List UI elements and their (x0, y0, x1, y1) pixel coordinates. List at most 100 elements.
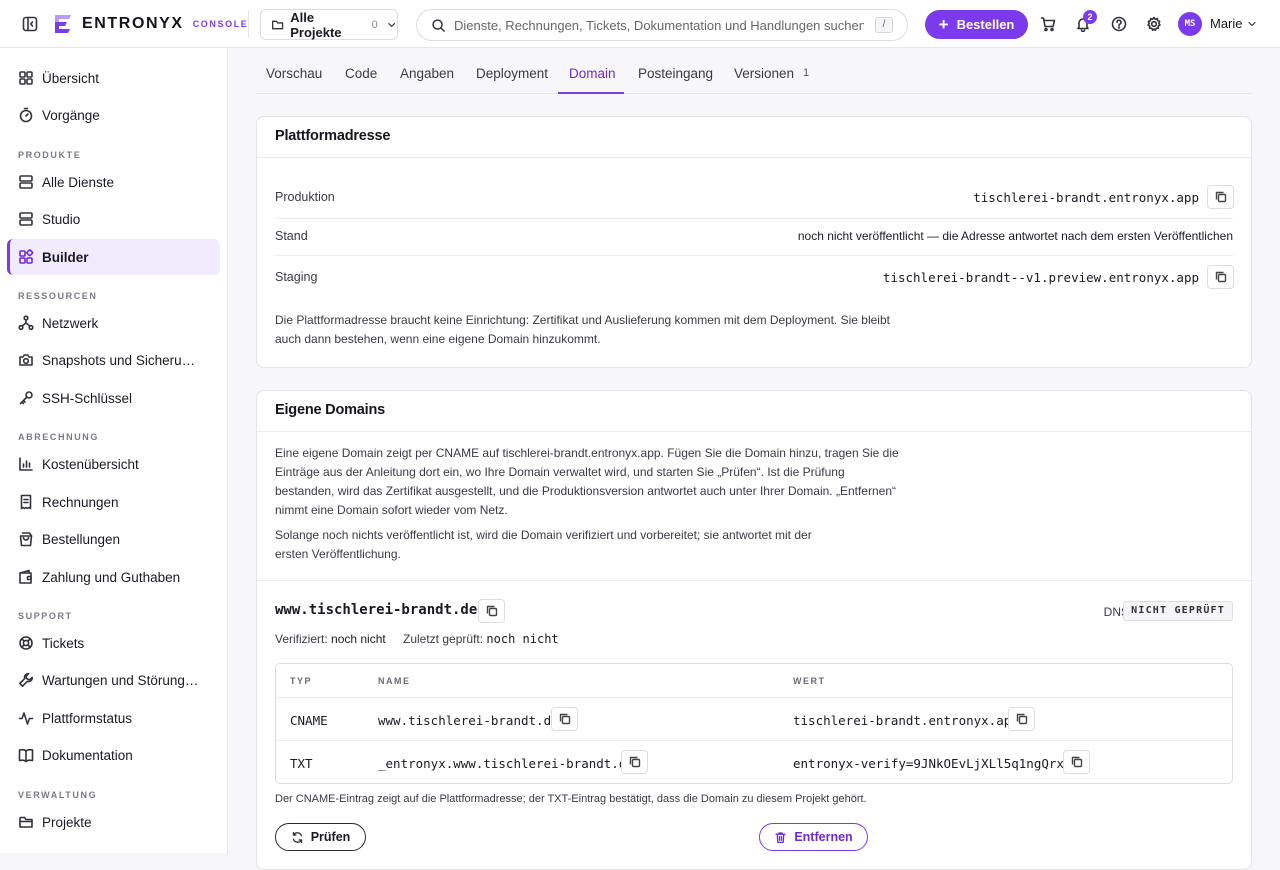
server-icon (19, 175, 33, 189)
versions-count: 1 (803, 67, 810, 79)
sidebar-item-tickets[interactable]: Tickets (7, 625, 220, 661)
search-bar[interactable]: / (416, 9, 908, 41)
book-icon (18, 748, 34, 763)
sidebar-item-builder[interactable]: Builder (7, 239, 220, 275)
search-icon (432, 18, 445, 32)
verified-value: noch nicht (331, 632, 386, 646)
sidebar-item-platform-status[interactable]: Plattformstatus (7, 700, 220, 736)
project-selector[interactable]: Alle Projekte 0 (260, 9, 398, 40)
sidebar-item-overview[interactable]: Übersicht (7, 60, 220, 96)
tab-details[interactable]: Angaben (400, 66, 454, 81)
copy-production-button[interactable] (1207, 185, 1234, 209)
sidebar-item-label: Netzwerk (42, 315, 99, 331)
lifebuoy-icon (19, 636, 33, 650)
divider (276, 740, 1232, 741)
copy-domain-button[interactable] (478, 599, 505, 623)
record-value: tischlerei-brandt.entronyx.app (793, 713, 1019, 728)
copy-record-name-button[interactable] (551, 707, 578, 731)
sidebar-item-processes[interactable]: Vorgänge (7, 97, 220, 133)
tab-deployment[interactable]: Deployment (476, 66, 548, 81)
tab-preview[interactable]: Vorschau (266, 66, 322, 81)
divider (257, 580, 1251, 581)
order-button[interactable]: + Bestellen (925, 10, 1028, 39)
refresh-icon (292, 831, 302, 843)
copy-record-name-button[interactable] (621, 750, 648, 774)
sidebar-item-cost-overview[interactable]: Kostenübersicht (7, 446, 220, 482)
intro-line: Solange noch nichts veröffentlicht ist, … (275, 528, 812, 542)
dns-records-table: TYP NAME WERT CNAME www.tischlerei-brand… (275, 663, 1233, 784)
gear-icon[interactable] (1146, 16, 1162, 32)
column-header-type: TYP (290, 676, 313, 686)
tab-domain[interactable]: Domain (569, 66, 616, 81)
last-checked-value: noch nicht (486, 632, 559, 646)
sidebar-item-all-services[interactable]: Alle Dienste (7, 164, 220, 200)
column-header-value: WERT (793, 676, 826, 686)
remove-button[interactable]: Entfernen (759, 823, 868, 851)
avatar[interactable]: MS (1178, 12, 1202, 36)
order-button-label: Bestellen (956, 17, 1015, 32)
copy-staging-button[interactable] (1207, 265, 1234, 289)
sidebar: Übersicht Vorgänge PRODUKTE Alle Dienste… (0, 48, 228, 853)
custom-domains-card: Eigene Domains Eine eigene Domain zeigt … (256, 390, 1252, 870)
timer-icon (19, 107, 33, 123)
dns-status-badge: NICHT GEPRÜFT (1123, 601, 1233, 621)
user-name[interactable]: Marie (1210, 16, 1243, 31)
key-icon (19, 391, 33, 405)
copy-icon (559, 713, 570, 725)
platform-address-card: Plattformadresse Produktion tischlerei-b… (256, 116, 1252, 368)
dns-footnote: Der CNAME-Eintrag zeigt auf die Plattfor… (275, 793, 867, 805)
sidebar-toggle-icon[interactable] (22, 16, 38, 32)
copy-record-value-button[interactable] (1008, 707, 1035, 731)
help-icon[interactable] (1111, 16, 1127, 32)
intro-line: ersten Veröffentlichung. (275, 547, 401, 561)
platform-note-line: auch dann bestehen, wenn eine eigene Dom… (275, 332, 601, 346)
notification-badge: 2 (1083, 10, 1097, 24)
sidebar-item-label: SSH-Schlüssel (42, 390, 133, 406)
chevron-down-icon[interactable] (1246, 18, 1258, 30)
sidebar-item-ssh-keys[interactable]: SSH-Schlüssel (7, 380, 220, 416)
cart-icon[interactable] (1040, 16, 1056, 32)
search-input[interactable] (454, 17, 864, 33)
wrench-icon (19, 673, 33, 687)
card-title: Plattformadresse (275, 128, 391, 144)
remove-button-label: Entfernen (794, 830, 853, 844)
intro-line: nimmt eine Domain sofort wieder vom Netz… (275, 503, 508, 517)
sidebar-item-invoices[interactable]: Rechnungen (7, 484, 220, 520)
sidebar-item-payment[interactable]: Zahlung und Guthaben (7, 559, 220, 595)
production-address: tischlerei-brandt.entronyx.app (973, 190, 1199, 205)
copy-icon (1016, 713, 1027, 725)
sidebar-item-orders[interactable]: Bestellungen (7, 521, 220, 557)
sidebar-item-documentation[interactable]: Dokumentation (7, 737, 220, 773)
copy-icon (1071, 756, 1082, 768)
section-heading-support: SUPPORT (18, 611, 73, 621)
chart-icon (19, 457, 33, 471)
folder-icon (271, 20, 284, 29)
sidebar-item-label: Dokumentation (42, 747, 133, 763)
sidebar-item-maintenance[interactable]: Wartungen und Störung… (7, 662, 220, 698)
check-button[interactable]: Prüfen (275, 823, 366, 851)
copy-record-value-button[interactable] (1063, 750, 1090, 774)
last-checked-label: Zuletzt geprüft: (403, 632, 484, 646)
card-title: Eigene Domains (275, 402, 386, 418)
copy-icon (1215, 271, 1226, 283)
sidebar-item-label: Kostenübersicht (42, 456, 139, 472)
record-name: www.tischlerei-brandt.de (378, 713, 559, 728)
folder-icon (19, 816, 33, 828)
tab-code[interactable]: Code (345, 66, 377, 81)
sidebar-item-snapshots[interactable]: Snapshots und Sicheru… (7, 342, 220, 378)
top-bar: ENTRONYX CONSOLE Alle Projekte 0 / + Bes… (0, 0, 1280, 48)
sidebar-item-studio[interactable]: Studio (7, 201, 220, 237)
sidebar-item-label: Wartungen und Störung… (42, 672, 199, 688)
plus-icon: + (938, 15, 949, 34)
search-shortcut-hint: / (875, 17, 893, 33)
sidebar-item-network[interactable]: Netzwerk (7, 305, 220, 341)
logo[interactable]: ENTRONYX CONSOLE (52, 13, 248, 35)
divider (276, 697, 1232, 698)
tab-inbox[interactable]: Posteingang (638, 66, 713, 81)
column-header-name: NAME (378, 676, 411, 686)
section-heading-resources: RESSOURCEN (18, 291, 98, 301)
copy-icon (629, 756, 640, 768)
sidebar-item-label: Snapshots und Sicheru… (42, 352, 196, 368)
tab-versions[interactable]: Versionen (734, 66, 794, 81)
sidebar-item-projects[interactable]: Projekte (7, 804, 220, 840)
